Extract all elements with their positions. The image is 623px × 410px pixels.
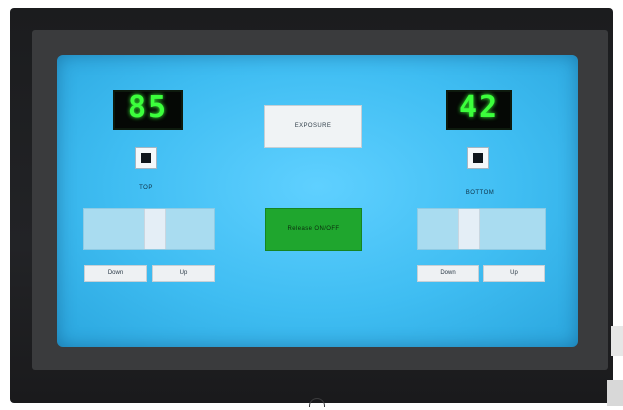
side-clip [611,326,623,356]
top-status-indicator [135,147,157,169]
top-slider-thumb[interactable] [144,209,166,249]
side-clip-lower [607,380,623,406]
bottom-status-indicator [467,147,489,169]
status-square-icon [473,153,483,163]
top-label: TOP [139,185,153,191]
bottom-down-button[interactable]: Down [417,265,479,282]
bottom-up-button[interactable]: Up [483,265,545,282]
monitor-logo [309,398,325,407]
bottom-slider[interactable] [417,208,546,250]
status-square-icon [141,153,151,163]
top-value-display: 85 [113,90,183,130]
top-slider[interactable] [83,208,215,250]
top-down-button[interactable]: Down [84,265,147,282]
bottom-value-display: 42 [446,90,512,130]
bottom-slider-thumb[interactable] [458,209,480,249]
photo-frame: 85 TOP Down Up EXPOSURE Release ON/OFF 4… [0,0,623,410]
top-up-button[interactable]: Up [152,265,215,282]
bottom-label: BOTTOM [465,190,495,196]
release-toggle-button[interactable]: Release ON/OFF [265,208,362,251]
exposure-button[interactable]: EXPOSURE [264,105,362,148]
